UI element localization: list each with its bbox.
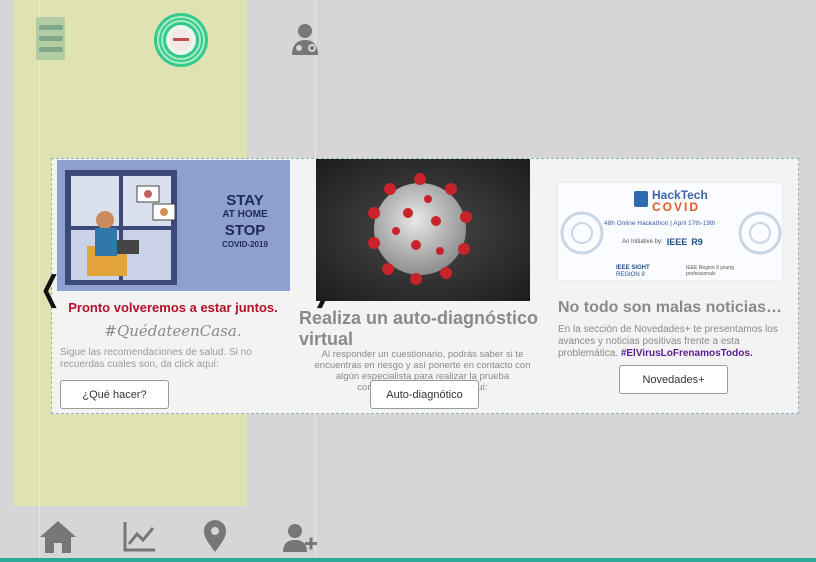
location-icon[interactable] (198, 518, 238, 556)
doctor-icon[interactable] (288, 22, 322, 56)
slide-3-title: No todo son malas noticias… (558, 299, 783, 316)
slide-1-description: Sigue las recomendaciones de salud. Si n… (60, 347, 252, 370)
slide-1-hashtag: #QuédateenCasa. (104, 322, 242, 340)
young-professionals-text: IEEE Region 9 young professionals (686, 265, 734, 277)
region-9-text: REGION 9 (616, 272, 645, 278)
auto-diagnostico-button[interactable]: Auto-diagnótico (370, 380, 479, 409)
hackathon-subtitle: 48h Online Hackathon | April 17th-19th (604, 220, 716, 227)
hamburger-icon[interactable] (36, 17, 65, 60)
ieee-text: IEEE (666, 237, 688, 247)
r9-text: R9 (691, 237, 703, 247)
slide-3-description: En la sección de Novedades+ te presentam… (558, 324, 790, 360)
ieee-sight-text: IEEE SIGHT (616, 265, 650, 271)
stop-text: STOP (224, 222, 266, 239)
covid-2019-text: COVID-2019 (222, 240, 268, 249)
bottom-accent-bar (0, 558, 816, 562)
chart-icon[interactable] (121, 518, 161, 556)
at-home-text: AT HOME (222, 209, 268, 220)
slide-2-title: Realiza un auto-diagnóstico virtual (299, 308, 539, 349)
covid-brand-text: COVID (652, 200, 701, 214)
stay-text: STAY (226, 192, 264, 209)
que-hacer-button[interactable]: ¿Qué hacer? (60, 380, 169, 409)
initiative-text: An Initiative by: (622, 239, 663, 245)
coronavirus-image (316, 159, 530, 301)
hacktech-covid-image: HackTech COVID 48h Online Hackathon | Ap… (557, 182, 783, 281)
logo-icon[interactable] (153, 12, 209, 68)
stay-home-image: STAY AT HOME STOP COVID-2019 (57, 160, 290, 291)
add-user-icon[interactable] (281, 518, 321, 556)
slide-1-title: Pronto volveremos a estar juntos. (68, 300, 278, 315)
slide-3-hashtag: #ElVirusLoFrenamosTodos. (620, 348, 753, 359)
home-icon[interactable] (38, 518, 78, 556)
novedades-button[interactable]: Novedades+ (619, 365, 728, 394)
